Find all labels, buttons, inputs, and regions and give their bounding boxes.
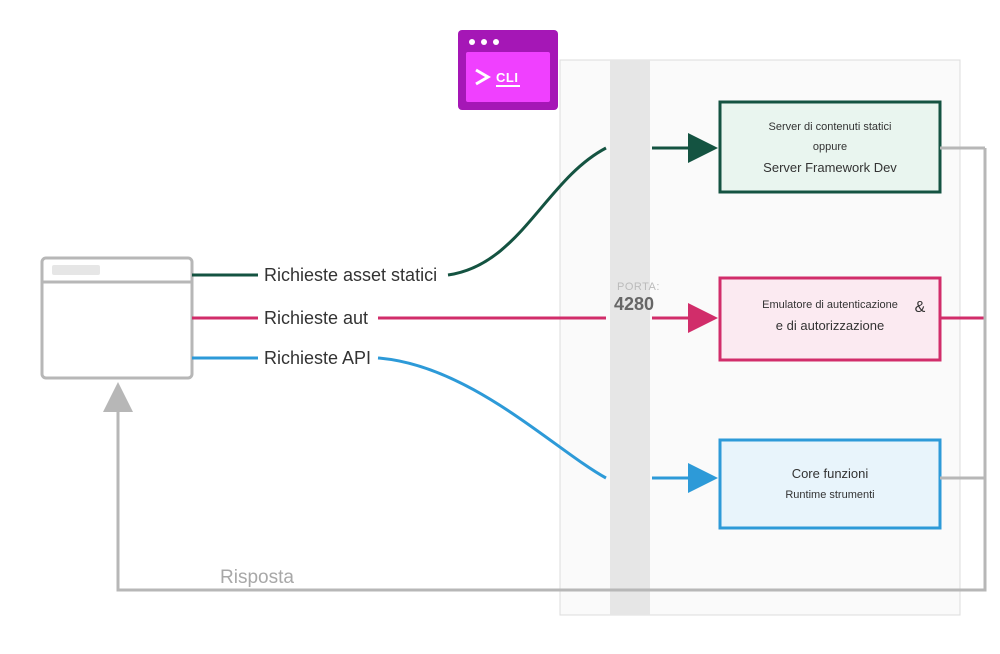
functions-runtime-box: Core funzioni Runtime strumenti (720, 440, 940, 528)
auth-emulator-box: Emulatore di autenticazione & e di autor… (720, 278, 940, 360)
response-label: Risposta (220, 567, 294, 588)
architecture-diagram: PORTA: 4280 CLI Server di contenuti stat… (0, 0, 1000, 654)
browser-window-icon (42, 258, 192, 378)
static-content-server-box: Server di contenuti statici oppure Serve… (720, 102, 940, 192)
static-req-label: Richieste asset statici (264, 265, 437, 285)
cli-label: CLI (496, 70, 518, 85)
static-box-line2: oppure (813, 141, 847, 153)
auth-req-label: Richieste aut (264, 308, 368, 328)
port-bar (610, 60, 650, 615)
auth-box-line2: e di autorizzazione (776, 318, 884, 333)
api-req-label: Richieste API (264, 348, 371, 368)
auth-box-amp: & (915, 299, 926, 316)
auth-box-line1: Emulatore di autenticazione (762, 299, 898, 311)
static-box-line3: Server Framework Dev (763, 160, 897, 175)
port-label: PORTA: (617, 281, 660, 293)
api-box-line2: Runtime strumenti (785, 489, 874, 501)
cli-icon: CLI (458, 30, 558, 110)
port-value: 4280 (614, 294, 654, 314)
static-box-line1: Server di contenuti statici (769, 121, 892, 133)
api-box-line1: Core funzioni (792, 466, 869, 481)
